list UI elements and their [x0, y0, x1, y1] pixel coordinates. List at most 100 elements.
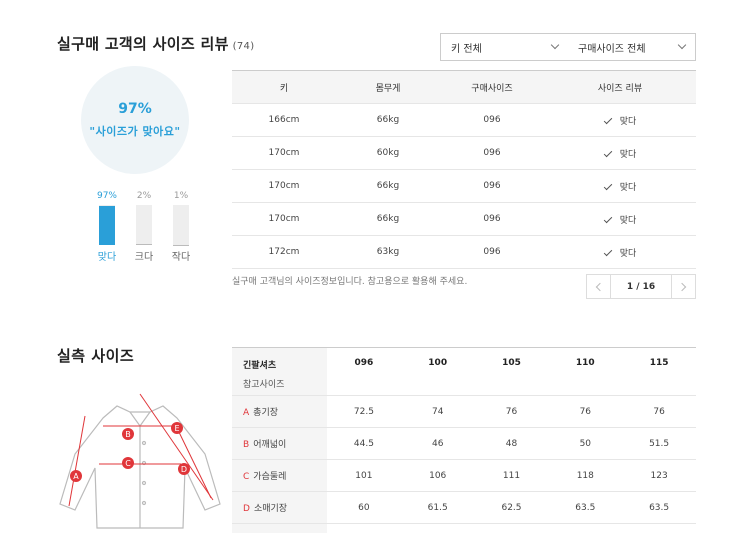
product-name: 긴팔셔츠: [243, 361, 277, 371]
fit-bar-percent: 2%: [136, 191, 152, 201]
fit-bar-large: 2% 크다: [133, 191, 155, 263]
review-table: 키 몸무게 구매사이즈 사이즈 리뷰 166cm 66kg 096 맞다 170…: [232, 70, 696, 269]
fit-summary-message: "사이즈가 맞아요": [89, 125, 181, 138]
fit-bar-track: [173, 205, 189, 245]
fit-bar-fill: [99, 206, 115, 245]
cell-height: 172cm: [232, 235, 336, 269]
cell-size: 096: [440, 169, 544, 203]
review-pagination: 1 / 16: [586, 274, 696, 299]
fit-summary-circle: 97% "사이즈가 맞아요": [81, 66, 189, 174]
fit-bar-percent: 97%: [96, 191, 117, 201]
check-icon: [603, 148, 612, 157]
measure-label: 소매기장: [253, 504, 288, 514]
measure-name: B 어깨넓이: [232, 427, 327, 460]
fit-bar-label: 맞다: [97, 252, 117, 263]
marker-label-a: A: [73, 472, 79, 481]
size-header: 110: [548, 347, 623, 396]
measure-value: 76: [548, 395, 623, 428]
measure-value: 63.5: [548, 491, 623, 524]
review-value: 맞다: [619, 215, 637, 226]
col-size-review: 사이즈 리뷰: [544, 70, 696, 104]
cell-height: 170cm: [232, 202, 336, 236]
marker-label-e: E: [174, 424, 179, 433]
measure-value: 72.5: [327, 395, 401, 428]
col-weight: 몸무게: [336, 70, 440, 104]
fit-bar-fits: 97% 맞다: [96, 191, 118, 263]
size-header: 096: [327, 347, 401, 396]
cell-height: 166cm: [232, 103, 336, 137]
table-row: A 총기장 72.5 74 76 76 76: [232, 395, 696, 428]
review-section-title: 실구매 고객의 사이즈 리뷰 (74): [57, 33, 254, 54]
measure-value: 50: [548, 427, 623, 460]
next-page-button[interactable]: [671, 275, 695, 298]
page-indicator: 1 / 16: [626, 281, 656, 292]
review-value: 맞다: [619, 248, 637, 259]
review-filters: 키 전체 구매사이즈 전체: [440, 33, 696, 61]
fit-bar-chart: 97% 맞다 2% 크다 1% 작다: [96, 191, 192, 263]
cell-size: 096: [440, 136, 544, 170]
measure-value: 106: [400, 459, 475, 492]
size-header: 105: [474, 347, 549, 396]
measure-value: 111: [474, 459, 549, 492]
chevron-down-icon: [550, 40, 560, 50]
marker-label-c: C: [125, 459, 131, 468]
cell-review: 맞다: [544, 235, 696, 269]
cell-weight: 66kg: [336, 169, 440, 203]
cell-weight: 66kg: [336, 202, 440, 236]
measure-value: 51.5: [622, 427, 696, 460]
cell-height: 170cm: [232, 136, 336, 170]
measure-header-row: 긴팔셔츠 참고사이즈 096 100 105 110 115: [232, 347, 696, 396]
size-header: 100: [400, 347, 475, 396]
reference-size-label: 참고사이즈: [243, 380, 285, 390]
cell-weight: 60kg: [336, 136, 440, 170]
size-filter-select[interactable]: 구매사이즈 전체: [568, 34, 695, 60]
measure-value: 101: [327, 459, 401, 492]
measure-label: 어깨넓이: [253, 440, 287, 450]
cell-review: 맞다: [544, 169, 696, 203]
check-icon: [603, 214, 612, 223]
cell-size: 096: [440, 103, 544, 137]
measure-letter: C: [243, 472, 250, 482]
measure-label: 가슴둘레: [253, 472, 287, 482]
chevron-right-icon: [677, 282, 687, 291]
height-filter-select[interactable]: 키 전체: [441, 34, 568, 60]
review-count: (74): [232, 41, 255, 52]
table-row: [232, 523, 696, 533]
measure-name: D 소매기장: [232, 491, 327, 524]
check-icon: [603, 247, 612, 256]
measure-value: 62.5: [474, 491, 549, 524]
col-purchase-size: 구매사이즈: [440, 70, 544, 104]
review-note: 실구매 고객님의 사이즈정보입니다. 참고용으로 활용해 주세요.: [232, 277, 468, 287]
table-row: C 가슴둘레 101 106 111 118 123: [232, 459, 696, 492]
product-name-cell: 긴팔셔츠 참고사이즈: [232, 347, 327, 396]
measure-letter: B: [243, 440, 250, 450]
measure-value: 60: [327, 491, 401, 524]
fit-bar-label: 작다: [171, 252, 191, 263]
measure-value: 44.5: [327, 427, 401, 460]
measure-value: 76: [622, 395, 696, 428]
prev-page-button[interactable]: [587, 275, 611, 298]
table-row: 172cm 63kg 096 맞다: [232, 235, 696, 269]
measure-label: 총기장: [253, 408, 279, 418]
check-icon: [603, 115, 612, 124]
measure-name: C 가슴둘레: [232, 459, 327, 492]
measure-value: 118: [548, 459, 623, 492]
measure-value: 74: [400, 395, 475, 428]
measure-value: 46: [400, 427, 475, 460]
measure-value: 61.5: [400, 491, 475, 524]
measure-section-title: 실측 사이즈: [57, 347, 135, 365]
fit-bar-label: 크다: [134, 252, 154, 263]
review-value: 맞다: [619, 182, 637, 193]
table-row: D 소매기장 60 61.5 62.5 63.5 63.5: [232, 491, 696, 524]
cell-size: 096: [440, 202, 544, 236]
cell-weight: 66kg: [336, 103, 440, 137]
cell-review: 맞다: [544, 136, 696, 170]
table-row: 170cm 66kg 096 맞다: [232, 202, 696, 236]
table-row: 166cm 66kg 096 맞다: [232, 103, 696, 137]
measure-value: 76: [474, 395, 549, 428]
shirt-diagram: A B C D E: [59, 393, 221, 529]
measure-value: 123: [622, 459, 696, 492]
review-title: 실구매 고객의 사이즈 리뷰: [57, 35, 229, 53]
fit-bar-track: [99, 205, 115, 245]
check-icon: [603, 181, 612, 190]
